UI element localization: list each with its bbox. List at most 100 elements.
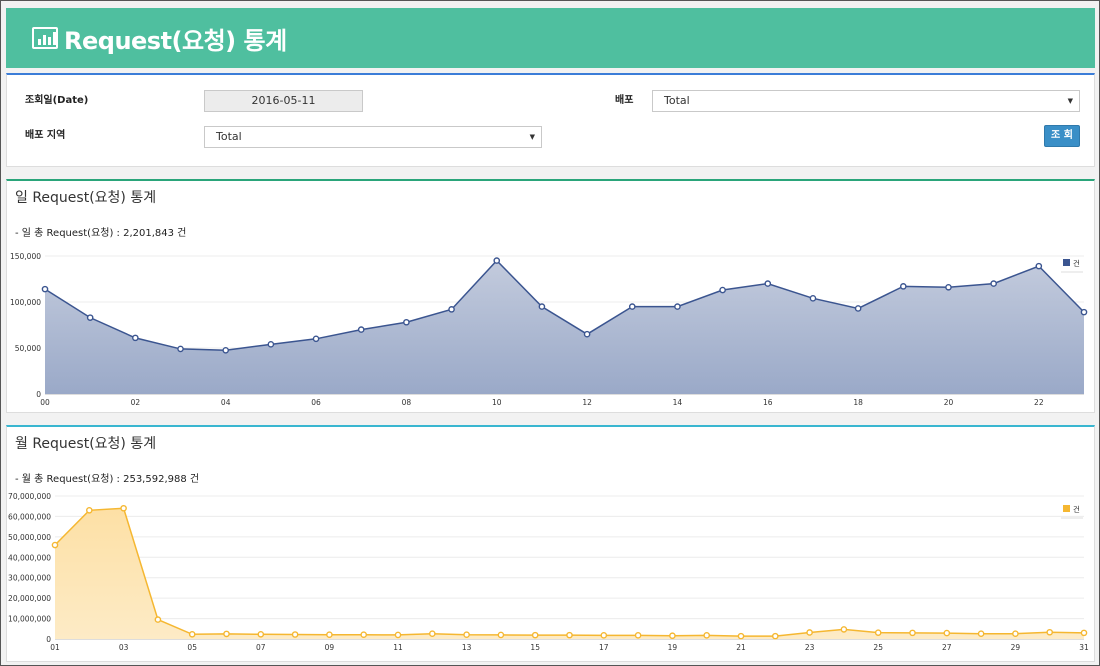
x-tick-label: 13 [462,643,472,652]
data-point [854,305,862,312]
data-point [132,334,139,342]
x-tick-label: 17 [599,643,609,652]
x-tick-label: 07 [256,643,266,652]
y-tick-label: 60,000,000 [8,512,51,521]
data-point [1012,630,1019,637]
data-point [257,631,265,638]
monthly-request-chart: 010,000,00020,000,00030,000,00040,000,00… [8,492,1089,652]
data-point [977,630,985,637]
data-point [566,631,573,639]
daily-request-chart: 050,000100,000150,00000 02 04 06 08 10 12 14 16 1… [10,252,1088,407]
data-point [188,631,196,638]
y-tick-label: 100,000 [10,298,41,307]
x-tick-label: 14 [673,398,683,407]
data-point [990,280,997,287]
x-tick-label: 23 [805,643,815,652]
x-tick-label: 01 [50,643,60,652]
x-tick-label: 27 [942,643,952,652]
data-point [1080,629,1088,637]
data-point [669,632,676,640]
legend-label: 건 [1073,258,1080,268]
data-point [394,631,402,639]
x-tick-label: 06 [311,398,321,407]
data-point [1046,628,1053,636]
data-point [772,632,779,640]
data-point [497,631,505,639]
data-point [943,629,951,637]
legend-swatch [1063,259,1070,266]
x-tick-label: 15 [530,643,540,652]
x-tick-label: 21 [736,643,746,652]
data-point [945,283,952,291]
y-tick-label: 70,000,000 [8,492,51,501]
daily-chart-panel: 일 Request(요청) 통계 - 일 총 Request(요청) : 2,2… [6,179,1095,413]
data-point [634,632,642,639]
x-tick-label: 10 [492,398,502,407]
series-area [45,260,1084,394]
data-point [326,631,333,639]
chevron-down-icon: ▼ [1067,97,1073,105]
x-tick-label: 16 [763,398,773,407]
region-select[interactable]: Total ▼ [204,126,542,148]
x-tick-label: 20 [944,398,954,407]
data-point [51,541,59,549]
x-tick-label: 12 [582,398,592,407]
data-point [41,285,49,293]
data-point [1035,262,1043,270]
data-point [806,629,813,636]
x-tick-label: 11 [393,643,403,652]
y-tick-label: 40,000,000 [8,553,51,562]
search-button[interactable]: 조 회 [1044,125,1080,147]
data-point [222,346,229,354]
y-tick-label: 50,000 [15,344,41,353]
bar-chart-icon [32,27,58,49]
y-tick-label: 30,000,000 [8,574,51,583]
data-point [463,631,470,639]
chevron-down-icon: ▼ [529,133,535,141]
data-point [809,295,817,302]
x-tick-label: 19 [668,643,678,652]
data-point [703,632,711,639]
data-point [674,303,681,310]
deploy-select[interactable]: Total ▼ [652,90,1080,112]
x-tick-label: 02 [131,398,141,407]
filter-panel: 조회일(Date) 2016-05-11 배포 Total ▼ 배포 지역 To… [6,73,1095,167]
x-tick-label: 25 [873,643,883,652]
data-point [312,335,320,343]
x-tick-label: 22 [1034,398,1044,407]
date-input[interactable]: 2016-05-11 [204,90,363,112]
x-tick-label: 00 [40,398,50,407]
x-tick-label: 08 [402,398,412,407]
data-point [874,629,882,636]
monthly-chart-panel: 월 Request(요청) 통계 - 월 총 Request(요청) : 253… [6,425,1095,662]
data-point [177,345,184,353]
data-point [86,314,94,321]
data-point [120,504,127,512]
series-line [54,507,1085,637]
legend-swatch [1063,505,1070,512]
data-point [764,280,772,287]
page-header: Request(요청) 통계 [6,8,1095,68]
data-point [403,318,410,326]
data-point [719,286,726,294]
series-area [55,508,1084,639]
date-label: 조회일(Date) [25,95,89,106]
legend-label: 건 [1073,504,1080,514]
y-tick-label: 20,000,000 [8,594,51,603]
data-point [909,629,916,637]
region-select-value: Total [216,130,242,143]
x-tick-label: 03 [119,643,129,652]
x-tick-label: 09 [325,643,335,652]
y-tick-label: 50,000,000 [8,533,51,542]
data-point [1080,308,1088,316]
data-point [737,632,745,640]
data-point [538,303,546,310]
data-point [428,630,436,637]
x-tick-label: 05 [187,643,197,652]
data-point [291,631,299,638]
data-point [628,303,636,310]
data-point [86,507,93,514]
data-point [531,631,539,639]
data-point [583,330,591,338]
data-point [600,632,608,639]
